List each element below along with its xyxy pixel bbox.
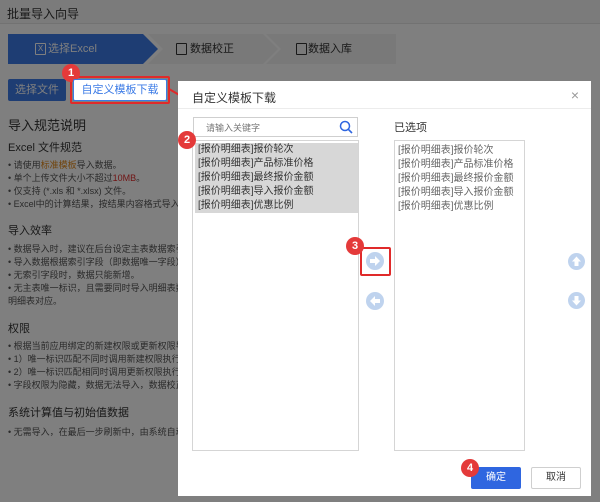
search-icon[interactable] — [339, 120, 353, 134]
list-item[interactable]: [报价明细表]优惠比例 — [398, 200, 494, 214]
list-item[interactable]: [报价明细表]导入报价金额 — [398, 186, 514, 200]
keyword-search — [193, 117, 358, 137]
arrow-down-icon — [572, 296, 581, 306]
move-down-button[interactable] — [568, 292, 585, 309]
close-icon[interactable]: × — [571, 87, 579, 103]
search-input[interactable] — [206, 121, 336, 135]
list-item[interactable]: [报价明细表]产品标准价格 — [195, 157, 358, 171]
annotation-badge-4: 4 — [461, 459, 479, 477]
list-item[interactable]: [报价明细表]报价轮次 — [398, 144, 494, 158]
move-left-button[interactable] — [366, 292, 384, 310]
list-item[interactable]: [报价明细表]导入报价金额 — [195, 185, 358, 199]
annotation-badge-3: 3 — [346, 237, 364, 255]
custom-template-download-button-highlighted[interactable]: 自定义模板下载 — [73, 79, 167, 101]
list-item[interactable]: [报价明细表]产品标准价格 — [398, 158, 514, 172]
cancel-button[interactable]: 取消 — [531, 467, 581, 489]
list-item[interactable]: [报价明细表]最终报价金额 — [398, 172, 514, 186]
highlight-box-move-right — [360, 247, 391, 276]
arrow-up-icon — [572, 256, 581, 266]
dialog-title: 自定义模板下载 — [192, 91, 277, 105]
custom-template-dialog: 自定义模板下载 × 已选项 [报价明细表]报价轮次 [报价明细表]产品标准价格 … — [178, 81, 591, 496]
available-fields-list[interactable]: [报价明细表]报价轮次 [报价明细表]产品标准价格 [报价明细表]最终报价金额 … — [192, 140, 359, 451]
arrow-left-icon — [370, 296, 380, 306]
selected-list-title: 已选项 — [394, 122, 427, 134]
dialog-divider — [178, 108, 591, 109]
selected-fields-list[interactable]: [报价明细表]报价轮次 [报价明细表]产品标准价格 [报价明细表]最终报价金额 … — [394, 140, 525, 451]
move-up-button[interactable] — [568, 253, 585, 270]
annotation-badge-2: 2 — [178, 131, 196, 149]
list-item[interactable]: [报价明细表]最终报价金额 — [195, 171, 358, 185]
list-item[interactable]: [报价明细表]优惠比例 — [195, 199, 358, 213]
list-item[interactable]: [报价明细表]报价轮次 — [195, 143, 358, 157]
